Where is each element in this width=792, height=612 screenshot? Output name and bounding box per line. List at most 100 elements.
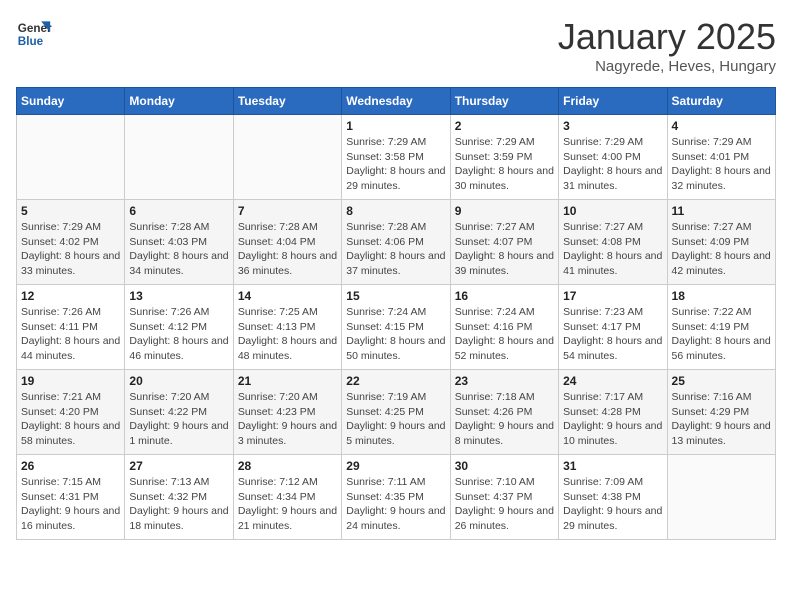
day-cell: 18 Sunrise: 7:22 AM Sunset: 4:19 PM Dayli… <box>667 285 775 370</box>
day-cell: 9Sunrise: 7:27 AM Sunset: 4:07 PM Daylig… <box>450 200 558 285</box>
day-number: 12 <box>21 289 120 303</box>
weekday-header-wednesday: Wednesday <box>342 88 450 115</box>
day-info: Sunrise: 7:20 AM Sunset: 4:23 PM Dayligh… <box>238 390 337 449</box>
week-row-4: 19 Sunrise: 7:21 AM Sunset: 4:20 PM Dayli… <box>17 370 776 455</box>
day-number: 31 <box>563 459 662 473</box>
weekday-header-sunday: Sunday <box>17 88 125 115</box>
day-number: 7 <box>238 204 337 218</box>
day-cell <box>667 455 775 540</box>
day-info: Sunrise: 7:22 AM Sunset: 4:19 PM Dayligh… <box>672 305 771 364</box>
day-cell: 5 Sunrise: 7:29 AM Sunset: 4:02 PM Daylig… <box>17 200 125 285</box>
weekday-header-thursday: Thursday <box>450 88 558 115</box>
day-cell: 14 Sunrise: 7:25 AM Sunset: 4:13 PM Dayli… <box>233 285 341 370</box>
day-cell: 27 Sunrise: 7:13 AM Sunset: 4:32 PM Dayli… <box>125 455 233 540</box>
day-info: Sunrise: 7:18 AM Sunset: 4:26 PM Dayligh… <box>455 390 554 449</box>
week-row-5: 26 Sunrise: 7:15 AM Sunset: 4:31 PM Dayli… <box>17 455 776 540</box>
day-info: Sunrise: 7:24 AM Sunset: 4:16 PM Dayligh… <box>455 305 554 364</box>
day-info: Sunrise: 7:29 AM Sunset: 4:01 PM Dayligh… <box>672 135 771 194</box>
day-number: 3 <box>563 119 662 133</box>
day-cell: 8Sunrise: 7:28 AM Sunset: 4:06 PM Daylig… <box>342 200 450 285</box>
day-cell: 24 Sunrise: 7:17 AM Sunset: 4:28 PM Dayli… <box>559 370 667 455</box>
day-number: 30 <box>455 459 554 473</box>
week-row-1: 1Sunrise: 7:29 AM Sunset: 3:58 PM Daylig… <box>17 115 776 200</box>
day-number: 1 <box>346 119 445 133</box>
logo-icon: General Blue <box>16 16 52 52</box>
day-info: Sunrise: 7:21 AM Sunset: 4:20 PM Dayligh… <box>21 390 120 449</box>
day-cell: 1Sunrise: 7:29 AM Sunset: 3:58 PM Daylig… <box>342 115 450 200</box>
day-cell: 4 Sunrise: 7:29 AM Sunset: 4:01 PM Daylig… <box>667 115 775 200</box>
day-info: Sunrise: 7:29 AM Sunset: 4:02 PM Dayligh… <box>21 220 120 279</box>
day-cell: 20 Sunrise: 7:20 AM Sunset: 4:22 PM Dayli… <box>125 370 233 455</box>
day-info: Sunrise: 7:23 AM Sunset: 4:17 PM Dayligh… <box>563 305 662 364</box>
day-number: 18 <box>672 289 771 303</box>
day-cell: 15 Sunrise: 7:24 AM Sunset: 4:15 PM Dayli… <box>342 285 450 370</box>
title-area: January 2025 Nagyrede, Heves, Hungary <box>558 16 776 75</box>
day-cell: 3 Sunrise: 7:29 AM Sunset: 4:00 PM Daylig… <box>559 115 667 200</box>
day-number: 10 <box>563 204 662 218</box>
day-info: Sunrise: 7:11 AM Sunset: 4:35 PM Dayligh… <box>346 475 445 534</box>
day-number: 17 <box>563 289 662 303</box>
day-number: 20 <box>129 374 228 388</box>
day-info: Sunrise: 7:17 AM Sunset: 4:28 PM Dayligh… <box>563 390 662 449</box>
month-title: January 2025 <box>558 16 776 58</box>
day-number: 29 <box>346 459 445 473</box>
day-number: 25 <box>672 374 771 388</box>
day-number: 9 <box>455 204 554 218</box>
day-number: 14 <box>238 289 337 303</box>
day-info: Sunrise: 7:24 AM Sunset: 4:15 PM Dayligh… <box>346 305 445 364</box>
day-info: Sunrise: 7:27 AM Sunset: 4:09 PM Dayligh… <box>672 220 771 279</box>
day-cell: 21 Sunrise: 7:20 AM Sunset: 4:23 PM Dayli… <box>233 370 341 455</box>
day-info: Sunrise: 7:19 AM Sunset: 4:25 PM Dayligh… <box>346 390 445 449</box>
day-number: 5 <box>21 204 120 218</box>
day-number: 26 <box>21 459 120 473</box>
day-cell: 31 Sunrise: 7:09 AM Sunset: 4:38 PM Dayli… <box>559 455 667 540</box>
day-cell: 10Sunrise: 7:27 AM Sunset: 4:08 PM Dayli… <box>559 200 667 285</box>
location-title: Nagyrede, Heves, Hungary <box>558 58 776 75</box>
day-info: Sunrise: 7:29 AM Sunset: 4:00 PM Dayligh… <box>563 135 662 194</box>
page-header: General Blue January 2025 Nagyrede, Heve… <box>16 16 776 75</box>
day-info: Sunrise: 7:26 AM Sunset: 4:12 PM Dayligh… <box>129 305 228 364</box>
weekday-header-tuesday: Tuesday <box>233 88 341 115</box>
weekday-header-monday: Monday <box>125 88 233 115</box>
calendar-table: SundayMondayTuesdayWednesdayThursdayFrid… <box>16 87 776 540</box>
weekday-header-friday: Friday <box>559 88 667 115</box>
day-number: 13 <box>129 289 228 303</box>
day-info: Sunrise: 7:29 AM Sunset: 3:59 PM Dayligh… <box>455 135 554 194</box>
day-info: Sunrise: 7:28 AM Sunset: 4:03 PM Dayligh… <box>129 220 228 279</box>
day-cell: 19 Sunrise: 7:21 AM Sunset: 4:20 PM Dayli… <box>17 370 125 455</box>
day-cell: 13 Sunrise: 7:26 AM Sunset: 4:12 PM Dayli… <box>125 285 233 370</box>
day-info: Sunrise: 7:15 AM Sunset: 4:31 PM Dayligh… <box>21 475 120 534</box>
svg-text:Blue: Blue <box>18 35 44 48</box>
day-number: 15 <box>346 289 445 303</box>
day-info: Sunrise: 7:20 AM Sunset: 4:22 PM Dayligh… <box>129 390 228 449</box>
day-info: Sunrise: 7:13 AM Sunset: 4:32 PM Dayligh… <box>129 475 228 534</box>
day-number: 22 <box>346 374 445 388</box>
day-cell: 22 Sunrise: 7:19 AM Sunset: 4:25 PM Dayli… <box>342 370 450 455</box>
day-info: Sunrise: 7:16 AM Sunset: 4:29 PM Dayligh… <box>672 390 771 449</box>
day-number: 24 <box>563 374 662 388</box>
week-row-2: 5 Sunrise: 7:29 AM Sunset: 4:02 PM Daylig… <box>17 200 776 285</box>
day-number: 23 <box>455 374 554 388</box>
day-cell <box>233 115 341 200</box>
day-info: Sunrise: 7:28 AM Sunset: 4:06 PM Dayligh… <box>346 220 445 279</box>
week-row-3: 12 Sunrise: 7:26 AM Sunset: 4:11 PM Dayli… <box>17 285 776 370</box>
day-cell: 25 Sunrise: 7:16 AM Sunset: 4:29 PM Dayli… <box>667 370 775 455</box>
logo: General Blue <box>16 16 52 52</box>
day-number: 2 <box>455 119 554 133</box>
weekday-header-row: SundayMondayTuesdayWednesdayThursdayFrid… <box>17 88 776 115</box>
day-number: 19 <box>21 374 120 388</box>
day-cell: 26 Sunrise: 7:15 AM Sunset: 4:31 PM Dayli… <box>17 455 125 540</box>
day-number: 4 <box>672 119 771 133</box>
day-info: Sunrise: 7:12 AM Sunset: 4:34 PM Dayligh… <box>238 475 337 534</box>
day-info: Sunrise: 7:09 AM Sunset: 4:38 PM Dayligh… <box>563 475 662 534</box>
day-cell: 12 Sunrise: 7:26 AM Sunset: 4:11 PM Dayli… <box>17 285 125 370</box>
day-number: 6 <box>129 204 228 218</box>
day-cell: 11Sunrise: 7:27 AM Sunset: 4:09 PM Dayli… <box>667 200 775 285</box>
day-number: 16 <box>455 289 554 303</box>
day-info: Sunrise: 7:25 AM Sunset: 4:13 PM Dayligh… <box>238 305 337 364</box>
day-cell: 28 Sunrise: 7:12 AM Sunset: 4:34 PM Dayli… <box>233 455 341 540</box>
day-number: 27 <box>129 459 228 473</box>
day-info: Sunrise: 7:26 AM Sunset: 4:11 PM Dayligh… <box>21 305 120 364</box>
day-number: 28 <box>238 459 337 473</box>
day-number: 21 <box>238 374 337 388</box>
